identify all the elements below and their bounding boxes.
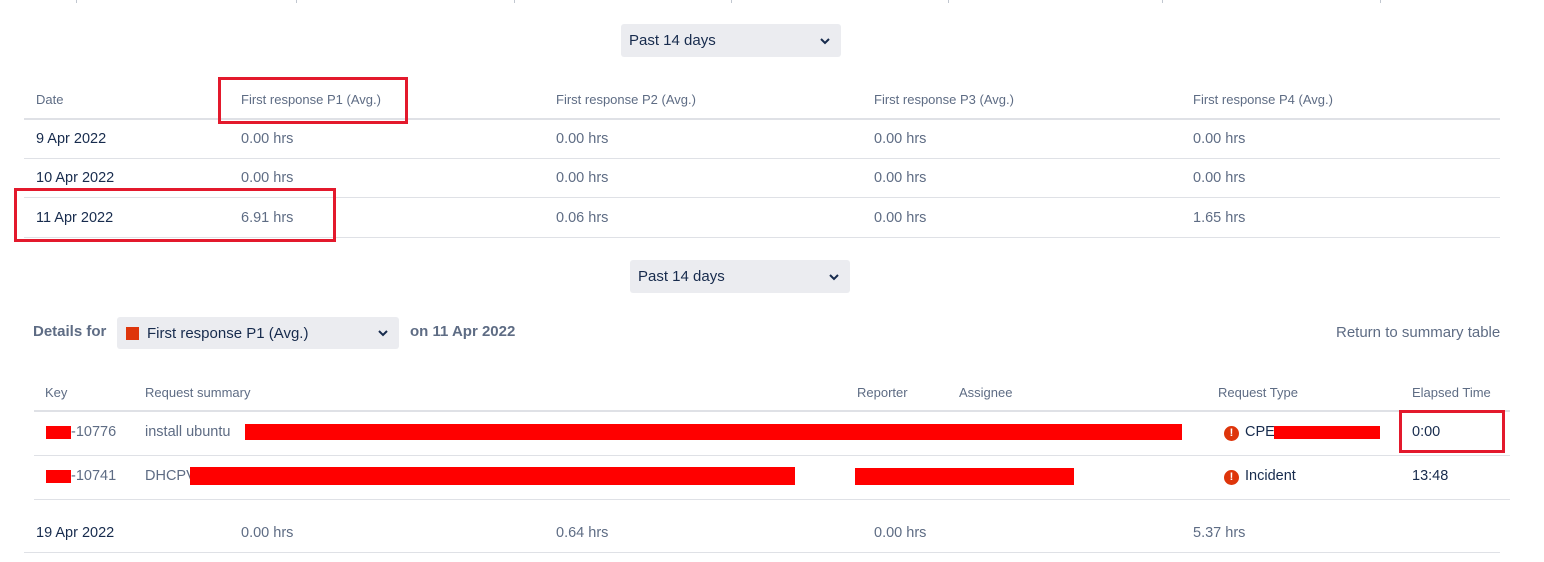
- period-select-value: Past 14 days: [629, 32, 716, 49]
- row-value[interactable]: 0.00 hrs: [241, 131, 293, 147]
- alert-icon: !: [1224, 426, 1239, 441]
- chevron-down-icon: [829, 273, 839, 280]
- header-request-type[interactable]: Request Type: [1218, 385, 1298, 400]
- redaction-bar: [1274, 426, 1380, 439]
- request-type: CPE: [1245, 424, 1275, 440]
- row-divider: [24, 552, 1500, 553]
- series-color-square: [126, 326, 139, 340]
- header-p2[interactable]: First response P2 (Avg.): [556, 92, 696, 107]
- return-to-summary-link[interactable]: Return to summary table: [1336, 324, 1500, 341]
- issue-key-link[interactable]: -10776: [71, 424, 116, 440]
- row-value[interactable]: 0.00 hrs: [241, 170, 293, 186]
- row-value[interactable]: 0.00 hrs: [874, 210, 926, 226]
- row-value[interactable]: 1.65 hrs: [1193, 210, 1245, 226]
- elapsed-time: 13:48: [1412, 468, 1449, 484]
- row-divider: [34, 499, 1510, 500]
- details-label: Details for: [33, 323, 107, 340]
- metric-select-value: First response P1 (Avg.): [147, 324, 309, 342]
- column-divider: [1380, 0, 1381, 3]
- header-divider: [34, 410, 1510, 412]
- issue-key-link[interactable]: -10741: [71, 468, 116, 484]
- highlight-box: [218, 77, 408, 124]
- row-value[interactable]: 0.00 hrs: [874, 131, 926, 147]
- row-value[interactable]: 0.00 hrs: [874, 170, 926, 186]
- row-value[interactable]: 0.00 hrs: [874, 525, 926, 541]
- highlight-box: [14, 188, 336, 242]
- header-assignee[interactable]: Assignee: [959, 385, 1012, 400]
- redaction-bar: [46, 426, 71, 439]
- period-select-top[interactable]: Past 14 days: [621, 24, 841, 57]
- row-value[interactable]: 0.00 hrs: [556, 131, 608, 147]
- header-key[interactable]: Key: [45, 385, 67, 400]
- header-date: Date: [36, 92, 64, 107]
- request-summary[interactable]: DHCPV: [145, 468, 196, 484]
- header-elapsed-time[interactable]: Elapsed Time: [1412, 385, 1491, 400]
- row-value[interactable]: 0.00 hrs: [1193, 170, 1245, 186]
- row-divider: [24, 158, 1500, 159]
- column-divider: [296, 0, 297, 3]
- header-summary[interactable]: Request summary: [145, 385, 250, 400]
- row-value[interactable]: 0.06 hrs: [556, 210, 608, 226]
- redaction-bar: [190, 467, 795, 485]
- highlight-box: [1399, 410, 1505, 453]
- header-p3[interactable]: First response P3 (Avg.): [874, 92, 1014, 107]
- header-p4[interactable]: First response P4 (Avg.): [1193, 92, 1333, 107]
- redaction-bar: [855, 468, 1074, 485]
- row-date: 10 Apr 2022: [36, 170, 115, 186]
- period-select-bottom[interactable]: Past 14 days: [630, 260, 850, 293]
- details-date: on 11 Apr 2022: [410, 323, 516, 340]
- column-divider: [731, 0, 732, 3]
- row-divider: [34, 455, 1510, 456]
- alert-icon: !: [1224, 470, 1239, 485]
- redaction-bar: [46, 470, 71, 483]
- row-date: 19 Apr 2022: [36, 525, 115, 541]
- column-divider: [1162, 0, 1163, 3]
- chevron-down-icon: [378, 330, 388, 337]
- row-date: 9 Apr 2022: [36, 131, 107, 147]
- row-value[interactable]: 5.37 hrs: [1193, 525, 1245, 541]
- row-value[interactable]: 0.64 hrs: [556, 525, 608, 541]
- redaction-bar: [245, 424, 1182, 440]
- row-value[interactable]: 0.00 hrs: [1193, 131, 1245, 147]
- column-divider: [514, 0, 515, 3]
- row-value[interactable]: 0.00 hrs: [556, 170, 608, 186]
- request-type: Incident: [1245, 468, 1296, 484]
- metric-select[interactable]: First response P1 (Avg.): [117, 317, 399, 349]
- period-select-value: Past 14 days: [638, 268, 725, 285]
- chevron-down-icon: [820, 37, 830, 44]
- column-divider: [948, 0, 949, 3]
- request-summary[interactable]: install ubuntu: [145, 424, 230, 440]
- row-value[interactable]: 0.00 hrs: [241, 525, 293, 541]
- header-reporter[interactable]: Reporter: [857, 385, 908, 400]
- column-divider: [76, 0, 77, 3]
